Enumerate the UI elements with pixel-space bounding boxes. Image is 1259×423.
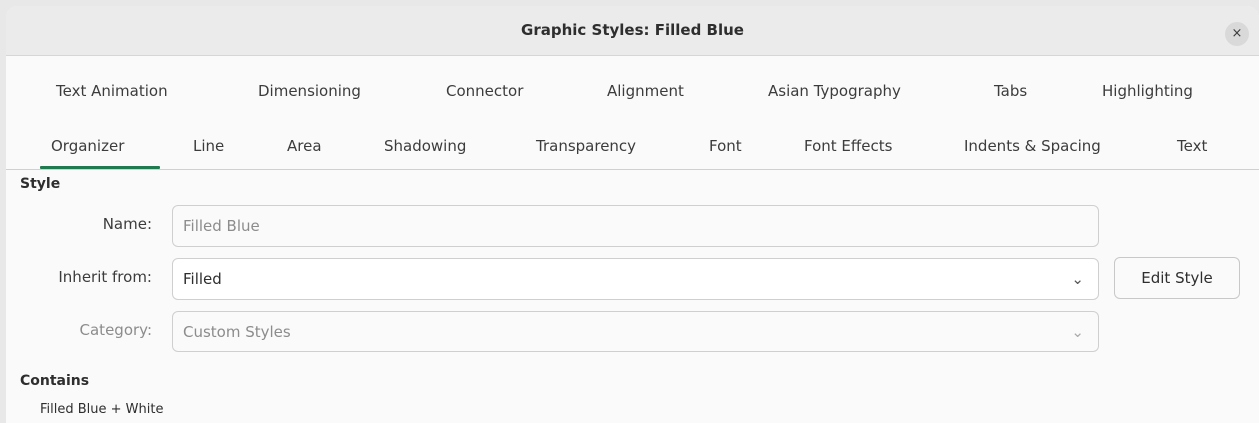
- tab-row-lower: Organizer Line Area Shadowing Transparen…: [6, 116, 1259, 170]
- category-label: Category:: [79, 321, 152, 339]
- tab-dimensioning[interactable]: Dimensioning: [258, 82, 361, 100]
- tab-text-animation[interactable]: Text Animation: [56, 82, 168, 100]
- tab-font[interactable]: Font: [709, 137, 742, 155]
- close-icon[interactable]: ×: [1225, 22, 1249, 46]
- contains-heading: Contains: [20, 373, 90, 389]
- tab-indents-spacing[interactable]: Indents & Spacing: [964, 137, 1101, 155]
- tab-organizer[interactable]: Organizer: [51, 137, 124, 155]
- inherit-from-dropdown[interactable]: Filled ⌄: [172, 258, 1099, 300]
- chevron-down-icon: ⌄: [1071, 323, 1084, 341]
- name-value: Filled Blue: [183, 217, 260, 235]
- tab-line[interactable]: Line: [193, 137, 224, 155]
- title-bar: Graphic Styles: Filled Blue ×: [6, 6, 1259, 56]
- name-field[interactable]: Filled Blue: [172, 205, 1099, 247]
- edit-style-button[interactable]: Edit Style: [1114, 257, 1240, 299]
- tab-tabs[interactable]: Tabs: [994, 82, 1027, 100]
- name-label: Name:: [102, 215, 152, 233]
- chevron-down-icon: ⌄: [1071, 270, 1084, 288]
- tab-transparency[interactable]: Transparency: [536, 137, 636, 155]
- tab-alignment[interactable]: Alignment: [607, 82, 684, 100]
- inherit-from-value: Filled: [183, 270, 222, 288]
- tab-area[interactable]: Area: [287, 137, 322, 155]
- tab-highlighting[interactable]: Highlighting: [1102, 82, 1193, 100]
- dialog-title: Graphic Styles: Filled Blue: [521, 21, 744, 39]
- tab-shadowing[interactable]: Shadowing: [384, 137, 466, 155]
- graphic-styles-dialog: Graphic Styles: Filled Blue × Text Anima…: [6, 6, 1259, 423]
- category-dropdown[interactable]: Custom Styles ⌄: [172, 311, 1099, 352]
- tab-connector[interactable]: Connector: [446, 82, 523, 100]
- active-tab-indicator: [40, 166, 160, 169]
- style-heading: Style: [20, 176, 61, 192]
- tab-text[interactable]: Text: [1177, 137, 1207, 155]
- inherit-from-label: Inherit from:: [58, 268, 152, 286]
- tab-asian-typography[interactable]: Asian Typography: [768, 82, 901, 100]
- contains-text: Filled Blue + White: [40, 402, 164, 417]
- tab-row-upper: Text Animation Dimensioning Connector Al…: [6, 56, 1259, 116]
- tab-font-effects[interactable]: Font Effects: [804, 137, 892, 155]
- category-value: Custom Styles: [183, 323, 291, 341]
